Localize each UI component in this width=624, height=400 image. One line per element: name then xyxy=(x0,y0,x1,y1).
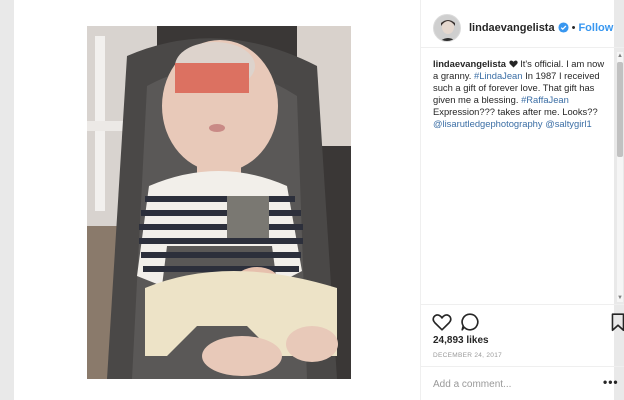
bookmark-icon[interactable] xyxy=(607,311,624,333)
caption-text-3: Expression??? takes after me. Looks?? xyxy=(433,106,598,117)
post-side-panel: lindaevangelista • Follow lindaevangelis… xyxy=(420,0,624,400)
avatar[interactable] xyxy=(433,13,461,42)
follow-button[interactable]: Follow xyxy=(578,22,613,34)
author-username[interactable]: lindaevangelista xyxy=(469,22,555,34)
comment-input[interactable] xyxy=(433,377,583,391)
comment-bar: ••• xyxy=(421,366,624,400)
verified-badge-icon xyxy=(558,22,569,33)
caption-username[interactable]: lindaevangelista xyxy=(433,58,506,69)
scroll-down-arrow-icon[interactable]: ▼ xyxy=(617,294,623,302)
mention-saltygirl1[interactable]: @saltygirl1 xyxy=(545,118,592,129)
post-photo[interactable] xyxy=(87,26,351,379)
follow-separator: • xyxy=(571,21,576,34)
baby-photo-image xyxy=(87,26,351,379)
post-header: lindaevangelista • Follow xyxy=(421,8,624,48)
caption-scrollbar-thumb[interactable] xyxy=(617,62,623,157)
more-options-icon[interactable]: ••• xyxy=(603,375,619,389)
heart-icon[interactable] xyxy=(431,311,453,333)
post-caption: lindaevangelista It's official. I am now… xyxy=(433,58,609,130)
likes-count[interactable]: 24,893 likes xyxy=(433,335,489,346)
post-date[interactable]: DECEMBER 24, 2017 xyxy=(433,352,502,359)
caption-heart-icon xyxy=(506,58,518,69)
modal-backdrop-left[interactable] xyxy=(0,0,14,400)
post-actions-bar xyxy=(421,304,624,336)
hashtag-raffajean[interactable]: #RaffaJean xyxy=(521,94,569,105)
comment-bubble-icon[interactable] xyxy=(459,311,481,333)
post-modal: lindaevangelista • Follow lindaevangelis… xyxy=(14,0,624,400)
hashtag-lindajean[interactable]: #LindaJean xyxy=(474,70,522,81)
scroll-up-arrow-icon[interactable]: ▲ xyxy=(617,52,623,60)
mention-lisarutledgephotography[interactable]: @lisarutledgephotography xyxy=(433,118,543,129)
